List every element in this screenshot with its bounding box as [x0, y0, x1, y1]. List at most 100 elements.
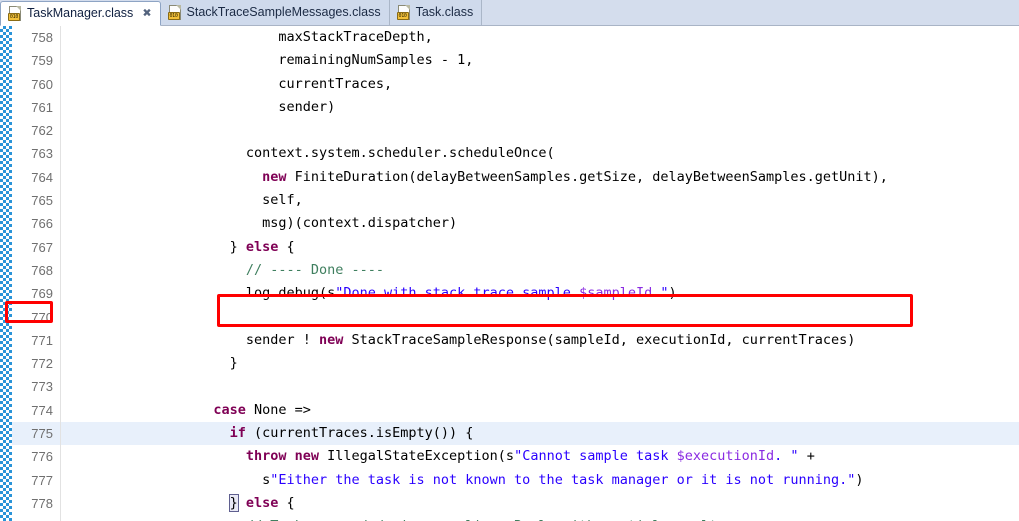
code-line[interactable]	[61, 306, 1019, 329]
editor-tab-label: Task.class	[415, 5, 474, 19]
code-token-plain: +	[798, 448, 815, 465]
close-icon[interactable]: ✖	[142, 7, 151, 20]
editor-tab-label: StackTraceSampleMessages.class	[186, 5, 381, 19]
code-line[interactable]: remainingNumSamples - 1,	[61, 49, 1019, 72]
code-token-str: ."	[652, 285, 669, 302]
code-token-plain: self,	[262, 192, 303, 209]
code-token-plain: log.debug(s	[245, 285, 336, 302]
source-code-area[interactable]: maxStackTraceDepth, remainingNumSamples …	[61, 26, 1019, 521]
code-editor[interactable]: 758 759 760 761 762 763 764 765 766 767 768 769 770 7…	[0, 26, 1019, 521]
line-number: 773	[31, 379, 53, 395]
line-number-gutter: 758 759 760 761 762 763 764 765 766 767 768 769 770 7…	[12, 26, 60, 521]
code-line[interactable]: msg)(context.dispatcher)	[61, 212, 1019, 235]
line-number: 775	[12, 422, 60, 446]
code-line[interactable]: } else {	[61, 492, 1019, 515]
line-number: 767	[31, 239, 53, 255]
line-number: 760	[31, 76, 53, 92]
code-token-plain: s	[262, 471, 271, 488]
code-token-brk: }	[228, 493, 239, 512]
code-token-kw: new	[294, 448, 319, 465]
line-number: 761	[31, 99, 53, 115]
code-token-plain: {	[278, 238, 295, 255]
code-token-plain: (currentTraces.isEmpty()) {	[245, 425, 474, 442]
line-number: 771	[31, 332, 53, 348]
code-token-plain: }	[229, 238, 246, 255]
code-line[interactable]	[61, 119, 1019, 142]
line-number: 768	[31, 262, 53, 278]
editor-tab-bar: 010 TaskManager.class ✖ 010 StackTraceSample…	[0, 0, 1019, 26]
line-number: 763	[31, 146, 53, 162]
code-token-plain: StackTraceSampleResponse(sampleId, execu…	[343, 331, 856, 348]
line-number: 772	[31, 356, 53, 372]
line-number: 769	[31, 286, 53, 302]
code-line[interactable]: context.system.scheduler.scheduleOnce(	[61, 142, 1019, 165]
code-line[interactable]: new FiniteDuration(delayBetweenSamples.g…	[61, 166, 1019, 189]
code-token-plain: sender !	[245, 331, 319, 348]
class-file-icon: 010	[167, 5, 182, 20]
ide-window: 010 TaskManager.class ✖ 010 StackTraceSample…	[0, 0, 1019, 521]
code-line[interactable]	[61, 375, 1019, 398]
code-token-plain: {	[278, 494, 295, 511]
code-token-plain: IllegalStateException(s	[318, 448, 515, 465]
code-token-plain: }	[229, 355, 238, 372]
code-token-plain: remainingNumSamples - 1,	[278, 52, 474, 69]
class-file-icon: 010	[396, 5, 411, 20]
code-token-str: "Cannot sample task	[514, 448, 677, 465]
code-token-var: $executionId	[676, 448, 775, 465]
line-number: 765	[31, 193, 53, 209]
code-token-str: "Either the task is not known to the tas…	[270, 471, 856, 488]
line-number: 766	[31, 216, 53, 232]
code-token-plain: maxStackTraceDepth,	[278, 29, 433, 45]
line-number: 762	[31, 123, 53, 139]
code-token-kw: new	[318, 331, 344, 348]
code-token-plain: )	[855, 471, 864, 488]
code-line[interactable]: sender)	[61, 96, 1019, 119]
editor-tab-label: TaskManager.class	[27, 6, 134, 20]
code-line[interactable]: currentTraces,	[61, 73, 1019, 96]
line-number: 764	[31, 169, 53, 185]
code-token-plain: FiniteDuration(delayBetweenSamples.getSi…	[286, 168, 888, 185]
code-token-str: . "	[774, 448, 799, 465]
code-token-kw: new	[262, 168, 287, 185]
line-number: 758	[31, 30, 53, 45]
code-line[interactable]: }	[61, 352, 1019, 375]
line-number: 777	[31, 472, 53, 488]
code-token-kw: case	[213, 401, 246, 418]
line-number: 770	[31, 309, 53, 325]
code-token-kw: if	[229, 425, 246, 442]
code-line[interactable]: // Task removed during sampling. Reply w…	[61, 515, 1019, 521]
code-token-var: $sampleId	[579, 285, 653, 302]
editor-tab-1[interactable]: 010 StackTraceSampleMessages.class	[160, 0, 390, 25]
line-number: 778	[31, 495, 53, 511]
code-line[interactable]: // ---- Done ----	[61, 259, 1019, 282]
code-line[interactable]: log.debug(s"Done with stack trace sample…	[61, 282, 1019, 305]
code-token-kw: else	[245, 238, 279, 255]
code-token-plain: None =>	[245, 401, 311, 418]
code-line[interactable]: case None =>	[61, 399, 1019, 422]
editor-tab-2[interactable]: 010 Task.class	[389, 0, 483, 25]
class-file-icon: 010	[8, 6, 22, 21]
editor-tab-0[interactable]: 010 TaskManager.class ✖	[0, 1, 161, 26]
line-number: 774	[31, 402, 53, 418]
code-token-kw: throw	[245, 448, 287, 465]
code-line[interactable]: } else {	[61, 236, 1019, 259]
code-line[interactable]: maxStackTraceDepth,	[61, 26, 1019, 49]
code-line[interactable]: self,	[61, 189, 1019, 212]
annotation-marker-ruler[interactable]	[0, 26, 12, 521]
code-token-plain: context.system.scheduler.scheduleOnce(	[245, 145, 555, 162]
code-token-plain: sender)	[278, 98, 336, 115]
code-token-str: "Done with stack trace sample	[335, 285, 580, 302]
line-number: 776	[31, 449, 53, 465]
code-line[interactable]: if (currentTraces.isEmpty()) {	[61, 422, 1019, 446]
code-token-plain: msg)(context.dispatcher)	[262, 215, 458, 232]
code-token-plain: currentTraces,	[278, 75, 393, 92]
code-token-kw: else	[245, 494, 279, 511]
line-number: 759	[31, 53, 53, 69]
code-line[interactable]: throw new IllegalStateException(s"Cannot…	[61, 445, 1019, 468]
line-number: 779	[12, 515, 60, 521]
code-token-plain: )	[668, 285, 677, 302]
code-line[interactable]: sender ! new StackTraceSampleResponse(sa…	[61, 329, 1019, 352]
code-line[interactable]: s"Either the task is not known to the ta…	[61, 469, 1019, 492]
